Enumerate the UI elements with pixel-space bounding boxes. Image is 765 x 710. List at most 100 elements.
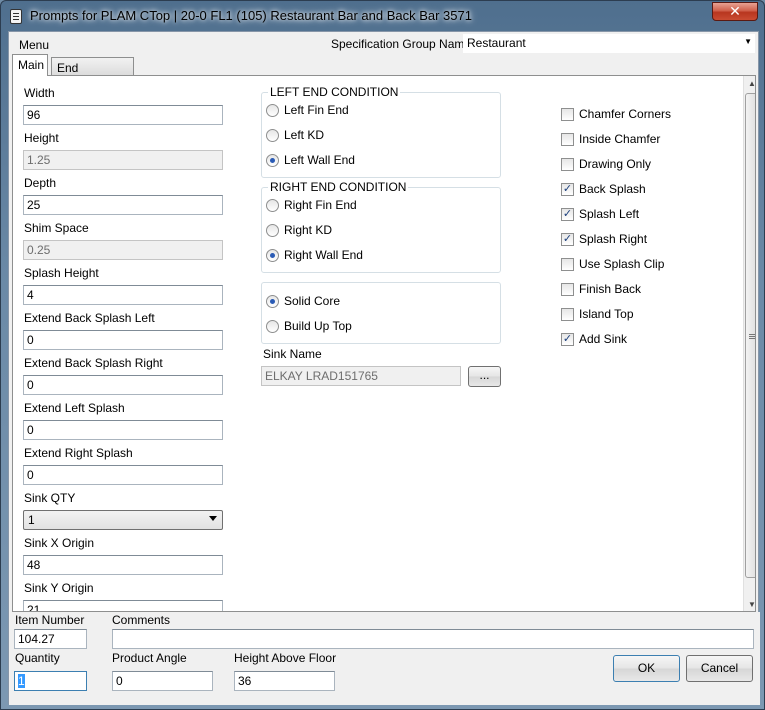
grip-icon [749,334,755,335]
add-sink-checkbox[interactable]: ✓ Add Sink [561,332,627,346]
right-fin-end-radio[interactable]: Right Fin End [266,198,357,212]
depth-input[interactable]: 25 [23,195,223,215]
back-splash-label: Back Splash [579,182,646,196]
build-up-top-label: Build Up Top [284,319,352,333]
chamfer-corners-label: Chamfer Corners [579,107,672,121]
checkmark-icon: ✓ [561,332,574,346]
shim-space-input: 0.25 [23,240,223,260]
quantity-label: Quantity [15,651,60,665]
use-splash-clip-label: Use Splash Clip [579,257,665,271]
left-kd-radio[interactable]: Left KD [266,128,324,142]
add-sink-label: Add Sink [579,332,628,346]
scroll-up-icon[interactable]: ▲ [744,76,755,92]
scroll-thumb[interactable] [745,93,755,578]
chamfer-corners-checkbox[interactable]: Chamfer Corners [561,107,671,121]
extend-back-splash-right-label: Extend Back Splash Right [24,356,163,370]
extend-back-splash-right-input[interactable]: 0 [23,375,223,395]
height-label: Height [24,131,59,145]
checkmark-icon: ✓ [561,232,574,246]
radio-icon [266,223,279,237]
spec-group-label: Specification Group Name [331,37,472,51]
splash-left-checkbox[interactable]: ✓ Splash Left [561,207,639,221]
quantity-input[interactable]: 1 [14,671,87,691]
extend-right-splash-input[interactable]: 0 [23,465,223,485]
back-splash-checkbox[interactable]: ✓ Back Splash [561,182,646,196]
splash-right-checkbox[interactable]: ✓ Splash Right [561,232,647,246]
tab-end-condition[interactable]: End Condition [51,57,134,89]
right-end-condition-group: RIGHT END CONDITION Right Fin End Right … [261,180,501,273]
left-fin-end-radio[interactable]: Left Fin End [266,103,349,117]
right-kd-label: Right KD [284,223,333,237]
sink-name-input: ELKAY LRAD151765 [261,366,461,386]
spec-group-value: Restaurant [467,36,526,50]
extend-left-splash-input[interactable]: 0 [23,420,223,440]
sink-name-label: Sink Name [263,347,322,361]
vertical-scrollbar[interactable]: ▲ ▼ [743,76,755,611]
checkbox-icon [561,132,574,146]
footer-area: Item Number 104.27 Comments Quantity 1 P… [9,612,760,705]
sink-y-origin-input[interactable]: 21 [23,600,223,611]
depth-label: Depth [24,176,57,190]
scroll-down-icon[interactable]: ▼ [744,597,755,611]
comments-input[interactable] [112,629,754,649]
checkbox-icon [561,257,574,271]
chevron-down-icon [209,516,217,521]
extend-back-splash-left-label: Extend Back Splash Left [24,311,155,325]
radio-selected-icon [266,248,279,262]
radio-icon [266,198,279,212]
tab-main[interactable]: Main [12,54,48,76]
finish-back-checkbox[interactable]: Finish Back [561,282,641,296]
spec-group-select[interactable]: Restaurant ▼ [463,34,755,53]
solid-core-radio[interactable]: Solid Core [266,294,340,308]
left-fin-end-label: Left Fin End [284,103,349,117]
radio-selected-icon [266,153,279,167]
right-kd-radio[interactable]: Right KD [266,223,332,237]
right-wall-end-radio[interactable]: Right Wall End [266,248,363,262]
browse-sink-button[interactable]: ... [468,366,501,387]
sink-qty-label: Sink QTY [24,491,76,505]
splash-left-label: Splash Left [579,207,640,221]
right-wall-end-label: Right Wall End [284,248,363,262]
left-wall-end-radio[interactable]: Left Wall End [266,153,355,167]
title-bar[interactable]: Prompts for PLAM CTop | 20-0 FL1 (105) R… [1,1,764,31]
extend-right-splash-label: Extend Right Splash [24,446,133,460]
close-button[interactable]: ✕ [712,2,758,21]
inside-chamfer-checkbox[interactable]: Inside Chamfer [561,132,660,146]
use-splash-clip-checkbox[interactable]: Use Splash Clip [561,257,664,271]
dialog-client: Menu Specification Group Name Restaurant… [8,31,760,705]
splash-height-input[interactable]: 4 [23,285,223,305]
sink-qty-value: 1 [28,513,35,527]
extend-left-splash-label: Extend Left Splash [24,401,125,415]
sink-y-origin-label: Sink Y Origin [24,581,94,595]
document-icon [10,9,22,24]
drawing-only-label: Drawing Only [579,157,652,171]
solid-core-label: Solid Core [284,294,341,308]
height-input: 1.25 [23,150,223,170]
right-fin-end-label: Right Fin End [284,198,357,212]
height-above-floor-label: Height Above Floor [234,651,337,665]
product-angle-input[interactable]: 0 [112,671,213,691]
sink-x-origin-input[interactable]: 48 [23,555,223,575]
shim-space-label: Shim Space [24,221,89,235]
sink-qty-select[interactable]: 1 [23,510,223,530]
extend-back-splash-left-input[interactable]: 0 [23,330,223,350]
item-number-label: Item Number [15,613,85,627]
menu-button[interactable]: Menu [19,38,49,52]
radio-icon [266,319,279,333]
checkbox-icon [561,157,574,171]
width-label: Width [24,86,55,100]
island-top-checkbox[interactable]: Island Top [561,307,634,321]
chevron-down-icon: ▼ [744,37,752,46]
drawing-only-checkbox[interactable]: Drawing Only [561,157,651,171]
radio-icon [266,128,279,142]
left-end-condition-group: LEFT END CONDITION Left Fin End Left KD … [261,85,501,178]
build-up-top-radio[interactable]: Build Up Top [266,319,352,333]
checkbox-icon [561,282,574,296]
width-input[interactable]: 96 [23,105,223,125]
quantity-value: 1 [18,674,25,688]
splash-height-label: Splash Height [24,266,99,280]
item-number-input[interactable]: 104.27 [14,629,87,649]
cancel-button[interactable]: Cancel [686,655,753,682]
ok-button[interactable]: OK [613,655,680,682]
height-above-floor-input[interactable]: 36 [234,671,335,691]
